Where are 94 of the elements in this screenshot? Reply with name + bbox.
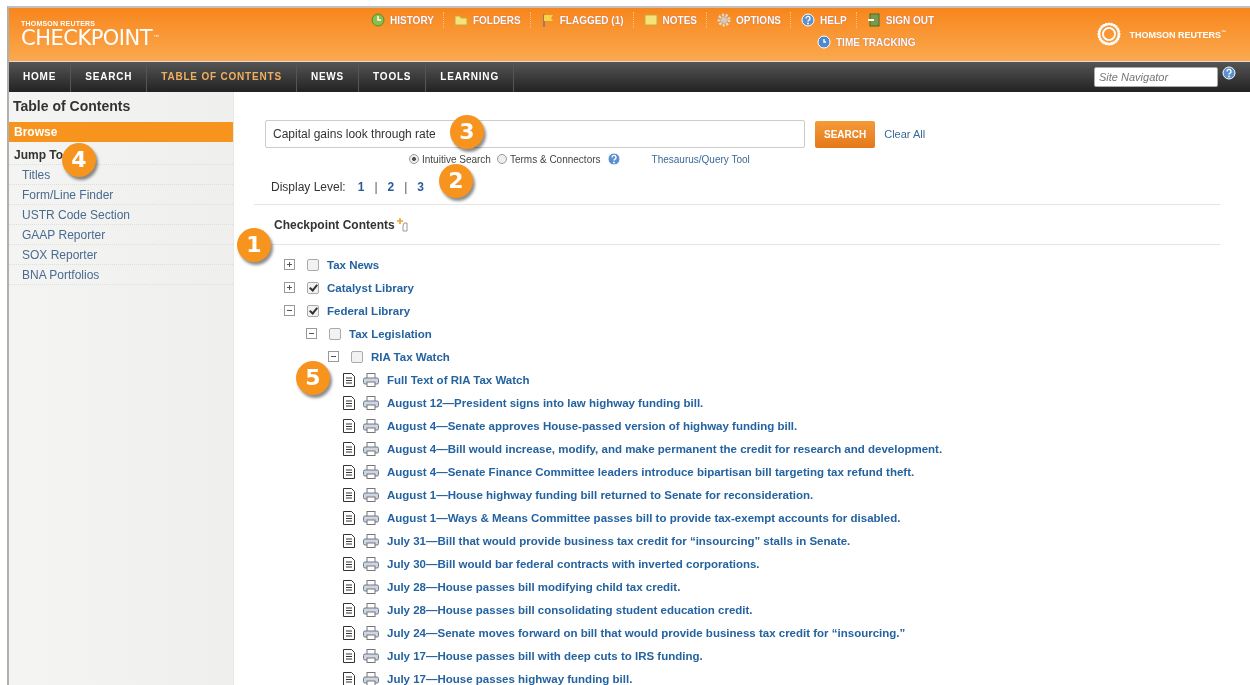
document-icon[interactable] <box>343 533 355 548</box>
document-link[interactable]: Full Text of RIA Tax Watch <box>387 373 530 386</box>
callout-badge: 4 <box>62 143 96 177</box>
printer-icon[interactable] <box>363 556 379 571</box>
document-icon[interactable] <box>343 441 355 456</box>
callout-badge: 1 <box>237 228 271 262</box>
document-icon[interactable] <box>343 510 355 525</box>
sidebar-link[interactable]: BNA Portfolios <box>9 265 233 285</box>
document-icon[interactable] <box>343 556 355 571</box>
document-link[interactable]: July 28—House passes bill consolidating student education credit. <box>387 603 753 616</box>
thesaurus-link[interactable]: Thesaurus/Query Tool <box>651 153 750 165</box>
document-link[interactable]: July 31—Bill that would provide business tax credit for “insourcing” stalls in Senate. <box>387 534 851 547</box>
contents-title: Checkpoint Contents <box>274 218 395 232</box>
printer-icon[interactable] <box>363 579 379 594</box>
printer-icon[interactable] <box>363 510 379 525</box>
printer-icon[interactable] <box>363 464 379 479</box>
document-link[interactable]: July 24—Senate moves forward on bill that would provide business tax credit for “insourcing.” <box>387 626 906 639</box>
sidebar-title: Table of Contents <box>12 97 132 116</box>
sidebar-link[interactable]: USTR Code Section <box>9 205 233 225</box>
document-icon[interactable] <box>343 602 355 617</box>
document-link[interactable]: August 4—Bill would increase, modify, and make permanent the credit for research and development. <box>387 442 943 455</box>
folder-icon <box>453 13 468 27</box>
sidebar-link[interactable]: Form/Line Finder <box>9 185 233 205</box>
radio-button[interactable] <box>409 154 419 164</box>
expand-icon[interactable] <box>284 282 295 293</box>
callout-badge: 3 <box>450 115 484 149</box>
alarm-clock-icon <box>817 35 831 49</box>
collapse-icon[interactable] <box>284 305 295 316</box>
printer-icon[interactable] <box>363 441 379 456</box>
printer-icon[interactable] <box>363 395 379 410</box>
radio-label: Terms & Connectors <box>509 153 601 165</box>
collapse-icon[interactable] <box>306 328 317 339</box>
printer-icon[interactable] <box>363 671 379 685</box>
checkbox[interactable] <box>351 350 363 363</box>
document-link[interactable]: August 12—President signs into law highway funding bill. <box>387 396 704 409</box>
document-link[interactable]: July 28—House passes bill modifying child tax credit. <box>387 580 681 593</box>
document-icon[interactable] <box>343 395 355 410</box>
flag-icon <box>540 13 555 27</box>
level-link[interactable]: 3 <box>417 180 424 194</box>
printer-icon[interactable] <box>363 372 379 387</box>
document-icon[interactable] <box>343 418 355 433</box>
level-link[interactable]: 1 <box>357 180 365 194</box>
sidebar-link[interactable]: GAAP Reporter <box>9 225 233 245</box>
document-icon[interactable] <box>343 464 355 479</box>
document-link[interactable]: July 17—House passes bill with deep cuts to IRS funding. <box>387 649 703 662</box>
document-icon[interactable] <box>343 372 355 387</box>
gear-icon <box>717 13 732 27</box>
document-icon[interactable] <box>343 648 355 663</box>
document-icon[interactable] <box>343 625 355 640</box>
printer-icon[interactable] <box>363 533 379 548</box>
document-link[interactable]: August 1—House highway funding bill returned to Senate for reconsideration. <box>387 488 814 501</box>
callout-badge: 5 <box>296 361 330 395</box>
document-link[interactable]: July 30—Bill would bar federal contracts with inverted corporations. <box>387 557 760 570</box>
separator: | <box>374 180 378 194</box>
document-link[interactable]: July 17—House passes highway funding bill. <box>387 672 633 685</box>
help-icon[interactable] <box>1222 66 1236 80</box>
collapse-icon[interactable] <box>328 351 339 362</box>
document-icon[interactable] <box>343 487 355 502</box>
folder-link[interactable]: Tax News <box>327 258 380 271</box>
radio-label: Intuitive Search <box>422 153 491 165</box>
folder-link[interactable]: Tax Legislation <box>349 327 432 340</box>
level-link[interactable]: 2 <box>387 180 395 194</box>
document-link[interactable]: August 4—Senate Finance Committee leaders introduce bipartisan bill targeting tax refund theft. <box>387 465 915 478</box>
folder-link[interactable]: Federal Library <box>327 304 411 317</box>
printer-icon[interactable] <box>363 625 379 640</box>
jump-to-label: Jump To <box>14 148 64 162</box>
site-navigator-field[interactable]: Site Navigator <box>1094 67 1218 87</box>
printer-icon[interactable] <box>363 602 379 617</box>
display-level-label: Display Level: <box>271 180 346 194</box>
door-icon <box>866 13 881 27</box>
checkbox[interactable] <box>307 281 319 294</box>
printer-icon[interactable] <box>363 418 379 433</box>
checkbox[interactable] <box>329 327 341 340</box>
company-name: THOMSON REUTERS$^{™}$ <box>1129 28 1226 40</box>
document-link[interactable]: August 1—Ways & Means Committee passes bill to provide tax-exempt accounts for disabled. <box>387 511 901 524</box>
document-link[interactable]: August 4—Senate approves House-passed version of highway funding bill. <box>387 419 798 432</box>
callout-badge: 2 <box>439 164 473 198</box>
checkbox[interactable] <box>307 258 319 271</box>
folder-link[interactable]: Catalyst Library <box>327 281 414 294</box>
expand-icon[interactable] <box>284 259 295 270</box>
brand-logo: CHECKPOINT$^{™}$ <box>21 27 160 49</box>
help-icon <box>801 13 816 27</box>
clock-icon <box>371 13 385 27</box>
radio-button[interactable] <box>496 154 507 164</box>
checkbox[interactable] <box>307 304 319 317</box>
printer-icon[interactable] <box>363 648 379 663</box>
clear-all-link[interactable]: Clear All <box>884 128 926 140</box>
note-icon <box>643 13 658 27</box>
separator: | <box>404 180 408 194</box>
folder-link[interactable]: RIA Tax Watch <box>371 350 450 363</box>
document-icon[interactable] <box>343 671 355 685</box>
printer-icon[interactable] <box>363 487 379 502</box>
document-icon[interactable] <box>343 579 355 594</box>
sidebar-link[interactable]: SOX Reporter <box>9 245 233 265</box>
